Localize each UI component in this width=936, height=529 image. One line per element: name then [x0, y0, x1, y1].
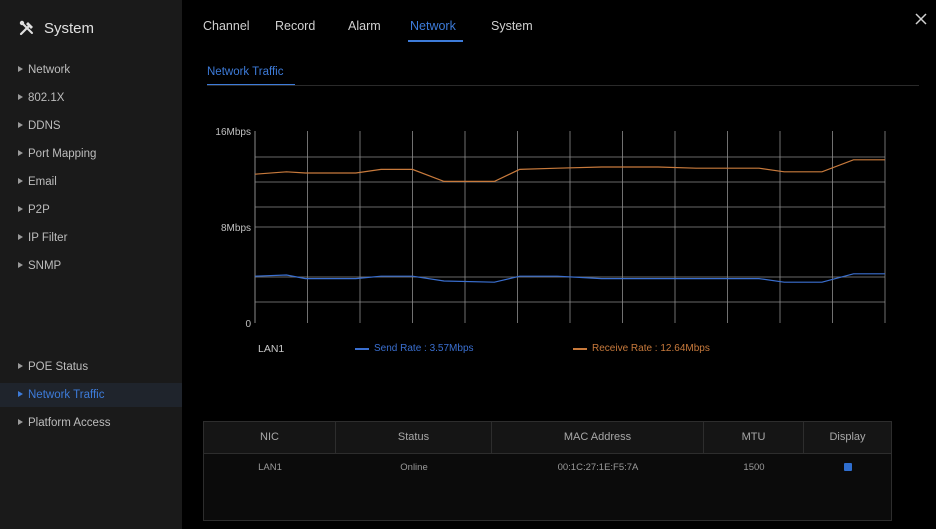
- triangle-right-icon: [18, 93, 23, 100]
- column-header-mtu: MTU: [704, 422, 804, 453]
- sidebar: System Network 802.1X DDNS Port Mapping …: [0, 0, 182, 529]
- cell-display: [804, 454, 891, 482]
- triangle-right-icon: [18, 149, 23, 156]
- triangle-right-icon: [18, 418, 23, 425]
- cell-mtu: 1500: [743, 462, 765, 473]
- divider: [207, 85, 919, 86]
- traffic-chart: 16Mbps 8Mbps 0: [215, 127, 886, 330]
- table-header: NIC Status MAC Address MTU Display: [204, 422, 891, 454]
- tab-system[interactable]: System: [491, 19, 533, 33]
- legend-send[interactable]: Send Rate : 3.57Mbps: [355, 343, 474, 354]
- legend-send-label: Send Rate : 3.57Mbps: [374, 343, 474, 354]
- triangle-right-icon: [18, 65, 23, 72]
- sidebar-item-poe-status[interactable]: POE Status: [0, 355, 182, 379]
- legend-receive-label: Receive Rate : 12.64Mbps: [592, 343, 710, 354]
- triangle-right-icon: [18, 261, 23, 268]
- y-tick-label: 8Mbps: [221, 223, 251, 234]
- sidebar-title: System: [44, 19, 95, 37]
- sidebar-header: System: [18, 18, 94, 38]
- column-header-nic: NIC: [204, 422, 336, 453]
- sidebar-item-label: IP Filter: [28, 232, 68, 244]
- sidebar-item-8021x[interactable]: 802.1X: [0, 86, 182, 110]
- sidebar-item-label: Platform Access: [28, 417, 111, 429]
- triangle-right-icon: [18, 233, 23, 240]
- sidebar-item-p2p[interactable]: P2P: [0, 198, 182, 222]
- legend-receive[interactable]: Receive Rate : 12.64Mbps: [573, 343, 710, 354]
- sidebar-item-port-mapping[interactable]: Port Mapping: [0, 142, 182, 166]
- sidebar-item-label: Port Mapping: [28, 148, 97, 160]
- triangle-right-icon: [18, 362, 23, 369]
- tab-channel[interactable]: Channel: [203, 19, 250, 33]
- cell-mac: 00:1C:27:1E:F5:7A: [557, 462, 639, 473]
- top-nav: Channel Record Alarm Network System: [182, 0, 936, 52]
- close-icon[interactable]: [914, 12, 928, 26]
- nic-table: NIC Status MAC Address MTU Display LAN1 …: [203, 421, 892, 521]
- tab-network[interactable]: Network: [410, 19, 456, 33]
- tab-alarm[interactable]: Alarm: [348, 19, 381, 33]
- legend-swatch-receive: [573, 347, 587, 350]
- legend-nic-label: LAN1: [258, 343, 285, 355]
- sidebar-item-network-traffic[interactable]: Network Traffic: [0, 383, 182, 407]
- sidebar-item-snmp[interactable]: SNMP: [0, 254, 182, 278]
- sidebar-item-network[interactable]: Network: [0, 58, 182, 82]
- tab-record[interactable]: Record: [275, 19, 315, 33]
- subtab-network-traffic[interactable]: Network Traffic: [207, 66, 283, 78]
- triangle-right-icon: [18, 121, 23, 128]
- tab-active-indicator: [408, 40, 463, 42]
- sidebar-item-label: Network Traffic: [28, 389, 105, 401]
- cell-status: Online: [400, 462, 428, 473]
- sidebar-item-label: 802.1X: [28, 92, 65, 104]
- sidebar-item-label: SNMP: [28, 260, 62, 272]
- table-row: LAN1 Online 00:1C:27:1E:F5:7A 1500: [204, 454, 891, 482]
- column-header-mac: MAC Address: [492, 422, 704, 453]
- cell-nic: LAN1: [258, 462, 282, 473]
- sidebar-item-label: P2P: [28, 204, 50, 216]
- display-checkbox[interactable]: [843, 463, 852, 472]
- sidebar-item-email[interactable]: Email: [0, 170, 182, 194]
- sidebar-item-label: Email: [28, 176, 57, 188]
- sidebar-item-label: POE Status: [28, 361, 89, 373]
- y-tick-label: 0: [245, 319, 251, 330]
- column-header-status: Status: [336, 422, 492, 453]
- sidebar-item-label: DDNS: [28, 120, 61, 132]
- triangle-right-icon: [18, 390, 23, 397]
- sidebar-item-platform-access[interactable]: Platform Access: [0, 411, 182, 435]
- legend-swatch-send: [355, 347, 369, 350]
- y-tick-label: 16Mbps: [215, 127, 251, 138]
- sidebar-item-label: Network: [28, 64, 71, 76]
- sidebar-item-ddns[interactable]: DDNS: [0, 114, 182, 138]
- triangle-right-icon: [18, 177, 23, 184]
- triangle-right-icon: [18, 205, 23, 212]
- sidebar-item-ip-filter[interactable]: IP Filter: [0, 226, 182, 250]
- tools-icon: [19, 20, 33, 36]
- column-header-display: Display: [829, 431, 866, 443]
